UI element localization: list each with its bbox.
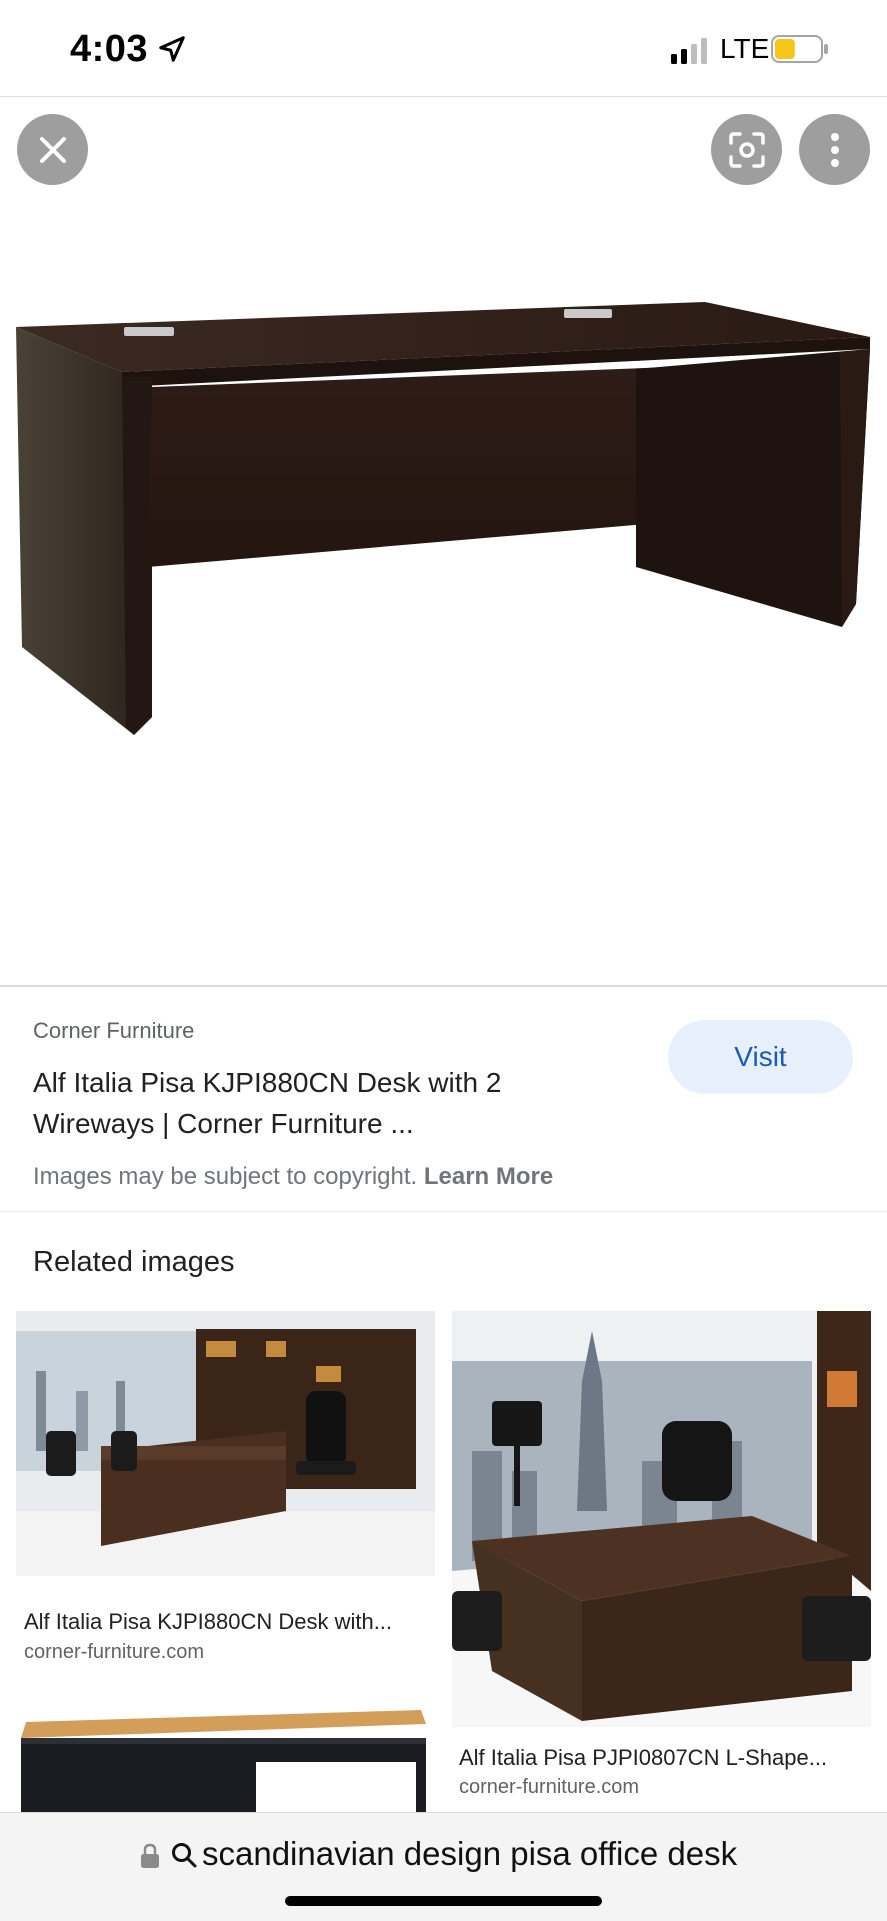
learn-more-link[interactable]: Learn More [424, 1163, 553, 1190]
close-button[interactable] [17, 114, 88, 185]
related-image-1[interactable] [16, 1311, 435, 1576]
office-scene-thumbnail [452, 1311, 871, 1727]
related-image-2-title[interactable]: Alf Italia Pisa PJPI0807CN L-Shape... [459, 1745, 864, 1771]
battery-icon [771, 35, 828, 63]
clock-time: 4:03 [70, 28, 149, 70]
office-scene-thumbnail [16, 1311, 435, 1576]
desk-thumbnail [16, 1702, 435, 1822]
section-divider [0, 1211, 887, 1212]
related-image-2-site: corner-furniture.com [459, 1776, 640, 1798]
source-name[interactable]: Corner Furniture [33, 1018, 194, 1044]
more-options-button[interactable] [799, 114, 870, 185]
lock-icon [141, 1843, 159, 1868]
location-arrow-icon [159, 36, 185, 62]
close-icon [39, 136, 66, 163]
related-image-1-title[interactable]: Alf Italia Pisa KJPI880CN Desk with... [24, 1609, 429, 1635]
lens-icon [728, 131, 765, 168]
related-image-2[interactable] [452, 1311, 871, 1727]
signal-icon [671, 38, 707, 64]
copyright-text: Images may be subject to copyright. [33, 1163, 418, 1190]
copyright-notice: Images may be subject to copyright. Lear… [33, 1163, 553, 1191]
desk-image[interactable] [0, 277, 887, 917]
status-bar: 4:03 LTE [0, 0, 887, 96]
network-type: LTE [720, 33, 770, 64]
image-viewer [0, 97, 887, 985]
url-bar[interactable]: scandinavian design pisa office desk [0, 1812, 887, 1921]
search-icon [172, 1843, 197, 1868]
lens-button[interactable] [711, 114, 782, 185]
search-query[interactable]: scandinavian design pisa office desk [202, 1835, 737, 1873]
home-indicator[interactable] [285, 1896, 602, 1906]
image-divider [0, 985, 887, 987]
visit-button[interactable]: Visit [668, 1020, 853, 1094]
related-images-heading: Related images [33, 1246, 235, 1278]
related-image-1-site: corner-furniture.com [24, 1641, 205, 1663]
related-image-3[interactable] [16, 1702, 435, 1822]
more-vert-icon [830, 132, 839, 167]
result-title[interactable]: Alf Italia Pisa KJPI880CN Desk with 2 Wi… [33, 1062, 593, 1144]
